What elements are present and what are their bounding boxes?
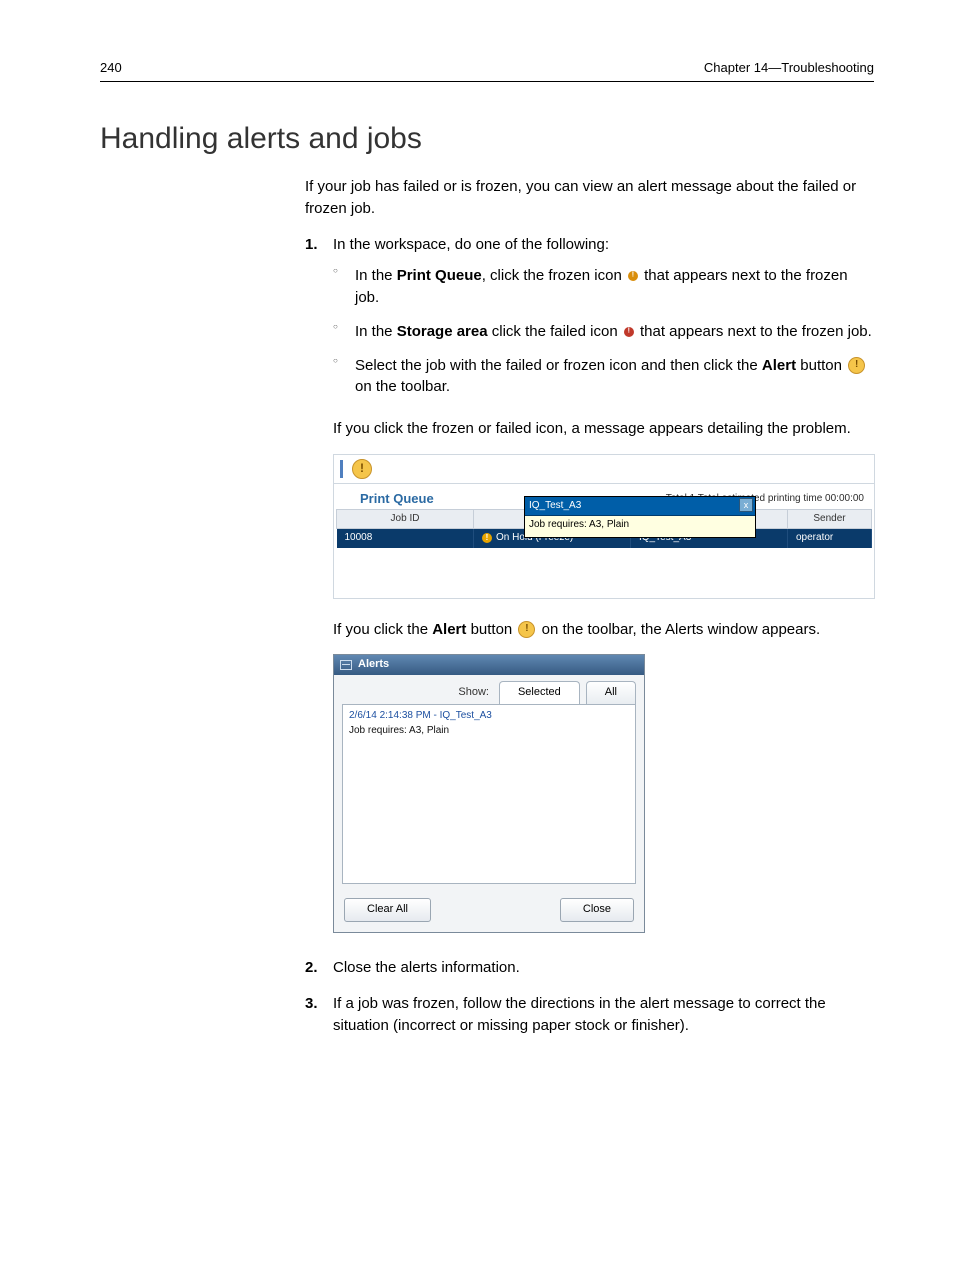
alerts-tab-row: Show: Selected All xyxy=(334,675,644,704)
step-1-note-1: If you click the frozen or failed icon, … xyxy=(333,418,874,440)
bullet-text: button xyxy=(796,357,846,374)
intro-paragraph: If your job has failed or is frozen, you… xyxy=(305,176,874,220)
row-alert-icon: ! xyxy=(482,533,492,543)
cell-job-id: 10008 xyxy=(337,529,474,548)
tab-all[interactable]: All xyxy=(586,681,636,704)
alerts-titlebar: Alerts xyxy=(334,655,644,675)
alert-item-body: Job requires: A3, Plain xyxy=(349,724,629,739)
step-1-note-2: If you click the Alert button on the too… xyxy=(333,619,874,641)
bullet-text: , click the frozen icon xyxy=(482,267,626,284)
alert-icon xyxy=(848,357,865,374)
job-tooltip: IQ_Test_A3 x Job requires: A3, Plain xyxy=(524,496,756,538)
print-queue-figure: ! Print Queue Total 1 Total estimated pr… xyxy=(333,454,875,599)
clear-all-button[interactable]: Clear All xyxy=(344,898,431,922)
bullet-text: In the xyxy=(355,267,397,284)
print-queue-title: Print Queue xyxy=(360,490,434,509)
col-job-id: Job ID xyxy=(337,509,474,529)
job-tooltip-title: IQ_Test_A3 x xyxy=(525,497,755,517)
failed-icon xyxy=(624,327,634,337)
step-1-bullet-1: In the Print Queue, click the frozen ico… xyxy=(333,265,874,309)
alert-button-label: Alert xyxy=(432,621,466,638)
note-text: If you click the xyxy=(333,621,432,638)
window-minimize-icon[interactable] xyxy=(340,660,352,670)
step-1-text: In the workspace, do one of the followin… xyxy=(333,236,609,253)
alert-button-label: Alert xyxy=(762,357,796,374)
show-label: Show: xyxy=(458,685,489,701)
bullet-text: click the failed icon xyxy=(488,323,622,340)
step-1-bullet-2: In the Storage area click the failed ico… xyxy=(333,321,874,343)
print-queue-header: Print Queue Total 1 Total estimated prin… xyxy=(334,484,874,509)
chapter-label: Chapter 14—Troubleshooting xyxy=(704,60,874,75)
tab-selected[interactable]: Selected xyxy=(499,681,580,704)
step-3-number: 3. xyxy=(305,993,318,1015)
alerts-button-row: Clear All Close xyxy=(334,892,644,932)
alerts-panel: 2/6/14 2:14:38 PM - IQ_Test_A3 Job requi… xyxy=(342,704,636,884)
toolbar-handle-icon xyxy=(340,460,346,478)
tooltip-close-button[interactable]: x xyxy=(739,498,753,512)
job-tooltip-body: Job requires: A3, Plain xyxy=(525,516,755,537)
col-sender: Sender xyxy=(788,509,872,529)
step-2: 2. Close the alerts information. xyxy=(305,957,874,979)
alert-item-title: 2/6/14 2:14:38 PM - IQ_Test_A3 xyxy=(349,709,629,724)
note-text: on the toolbar, the Alerts window appear… xyxy=(537,621,820,638)
step-1-number: 1. xyxy=(305,234,318,256)
alerts-title-text: Alerts xyxy=(358,657,389,673)
frozen-icon xyxy=(628,271,638,281)
tooltip-title-text: IQ_Test_A3 xyxy=(529,500,581,511)
alert-icon xyxy=(518,621,535,638)
close-button[interactable]: Close xyxy=(560,898,634,922)
step-1-bullet-3: Select the job with the failed or frozen… xyxy=(333,355,874,399)
print-queue-label: Print Queue xyxy=(397,267,482,284)
bullet-text: In the xyxy=(355,323,397,340)
bullet-text: that appears next to the frozen job. xyxy=(636,323,872,340)
step-3: 3. If a job was frozen, follow the direc… xyxy=(305,993,874,1037)
section-title: Handling alerts and jobs xyxy=(100,122,874,156)
bullet-text: on the toolbar. xyxy=(355,378,450,395)
step-2-text: Close the alerts information. xyxy=(333,959,520,976)
cell-sender: operator xyxy=(788,529,872,548)
step-1: 1. In the workspace, do one of the follo… xyxy=(305,234,874,934)
step-2-number: 2. xyxy=(305,957,318,979)
note-text: button xyxy=(466,621,516,638)
print-queue-toolbar: ! xyxy=(334,455,874,484)
toolbar-alert-icon[interactable]: ! xyxy=(352,459,372,479)
bullet-text: Select the job with the failed or frozen… xyxy=(355,357,762,374)
storage-area-label: Storage area xyxy=(397,323,488,340)
step-3-text: If a job was frozen, follow the directio… xyxy=(333,995,826,1034)
page-header: 240 Chapter 14—Troubleshooting xyxy=(100,60,874,82)
page-number: 240 xyxy=(100,60,122,75)
alerts-window-figure: Alerts Show: Selected All 2/6/14 2:14:38… xyxy=(333,654,645,933)
